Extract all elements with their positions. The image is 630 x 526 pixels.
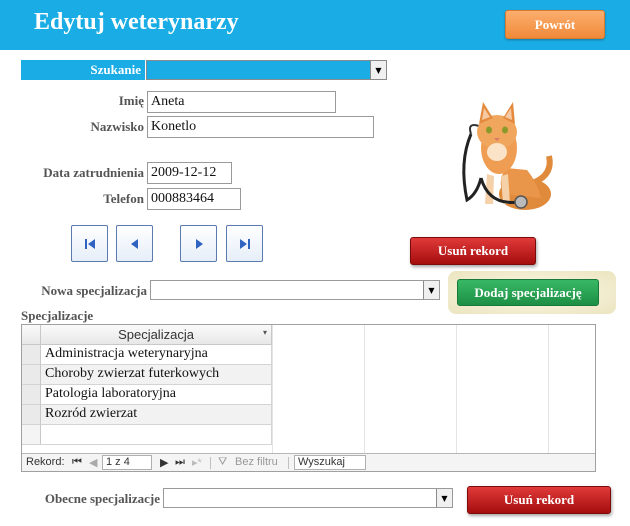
delete-record-button[interactable]: Usuń rekord [410,237,536,265]
chevron-down-icon[interactable]: ▼ [370,61,386,79]
last-record-icon [239,238,250,249]
column-filter-icon[interactable]: ▾ [263,328,267,337]
new-row[interactable] [41,425,272,445]
record-position-field[interactable]: 1 z 4 [102,455,152,470]
record-navigation-bar: Rekord: ⏮ ◀ 1 z 4 ▶ ⏭ ▸* ⛛ Bez filtru Wy… [22,453,595,471]
next-record-icon [195,238,203,249]
new-spec-label: Nowa specjalizacja [41,283,147,298]
row-selector[interactable] [22,365,41,385]
search-box[interactable]: Wyszukaj [294,455,366,470]
specs-caption: Specjalizacje [21,308,94,323]
grid-divider [272,325,273,453]
nav-divider [288,457,289,469]
no-filter-label[interactable]: Bez filtru [235,456,278,468]
page-title: Edytuj weterynarzy [34,9,239,35]
add-spec-button[interactable]: Dodaj specjalizację [457,279,599,306]
search-combobox[interactable]: ▼ [146,60,387,80]
table-row[interactable]: Rozród zwierzat [41,405,272,425]
row-selector[interactable] [22,385,41,405]
table-row[interactable]: Administracja weterynaryjna [41,345,272,365]
select-all-corner[interactable] [22,325,41,345]
previous-record-icon[interactable]: ◀ [89,456,97,469]
next-record-icon[interactable]: ▶ [160,456,168,469]
column-header-specjalizacja[interactable]: Specjalizacja ▾ [41,325,272,345]
grid-divider [548,325,549,453]
new-row-selector[interactable] [22,425,41,445]
chevron-down-icon[interactable]: ▼ [436,489,452,507]
last-name-field[interactable]: Konetlo [147,116,374,138]
table-row[interactable]: Patologia laboratoryjna [41,385,272,405]
last-record-icon[interactable]: ⏭ [175,456,185,469]
last-record-button[interactable] [226,225,263,262]
current-spec-label: Obecne specjalizacje [44,491,160,506]
first-name-label: Imię [118,93,144,108]
previous-record-icon [130,238,138,249]
next-record-button[interactable] [180,225,217,262]
phone-field[interactable]: 000883464 [147,188,241,210]
back-button[interactable]: Powrót [505,10,605,39]
record-label: Rekord: [26,456,65,468]
grid-divider [456,325,457,453]
hire-date-field[interactable]: 2009-12-12 [147,162,232,184]
first-record-button[interactable] [71,225,108,262]
previous-record-button[interactable] [116,225,153,262]
first-record-icon[interactable]: ⏮ [72,456,82,469]
nav-divider [210,457,211,469]
delete-spec-button[interactable]: Usuń rekord [467,486,611,514]
row-selector[interactable] [22,405,41,425]
table-row[interactable]: Choroby zwierzat futerkowych [41,365,272,385]
phone-label: Telefon [103,191,144,206]
new-record-icon[interactable]: ▸* [192,456,202,469]
cat-with-stethoscope-image [462,102,553,210]
new-spec-combobox[interactable]: ▼ [150,280,440,300]
specs-datasheet[interactable]: Specjalizacja ▾ Administracja weterynary… [21,324,596,472]
first-name-field[interactable]: Aneta [147,91,336,113]
hire-date-label: Data zatrudnienia [43,165,144,180]
filter-icon[interactable]: ⛛ [218,456,227,469]
chevron-down-icon[interactable]: ▼ [423,281,439,299]
current-spec-combobox[interactable]: ▼ [163,488,453,508]
column-header-label: Specjalizacja [118,327,194,342]
last-name-label: Nazwisko [90,119,144,134]
first-record-icon [84,238,95,249]
row-selector[interactable] [22,345,41,365]
grid-divider [364,325,365,453]
search-label: Szukanie [21,60,145,80]
